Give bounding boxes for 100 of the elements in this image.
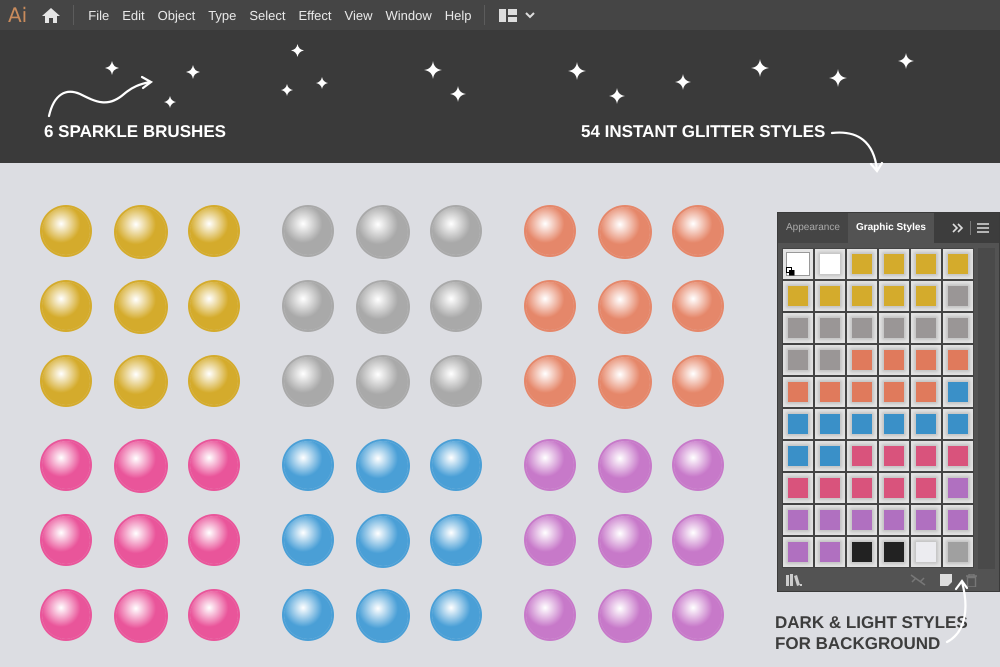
- graphic-style-swatch[interactable]: [815, 281, 845, 311]
- graphic-style-swatch[interactable]: [815, 473, 845, 503]
- graphic-style-swatch[interactable]: [847, 249, 877, 279]
- graphic-style-swatch[interactable]: [815, 249, 845, 279]
- panel-tab[interactable]: Graphic Styles: [848, 213, 934, 243]
- glitter-swatch: [674, 207, 722, 255]
- graphic-style-swatch[interactable]: [911, 473, 941, 503]
- broken-link-icon[interactable]: [910, 574, 926, 586]
- graphic-style-swatch[interactable]: [911, 281, 941, 311]
- graphic-style-swatch[interactable]: [815, 377, 845, 407]
- graphic-style-swatch[interactable]: [911, 377, 941, 407]
- graphic-style-swatch[interactable]: [943, 281, 973, 311]
- menu-item[interactable]: Type: [208, 8, 236, 22]
- graphic-style-swatch[interactable]: [911, 505, 941, 535]
- graphic-style-swatch[interactable]: [783, 377, 813, 407]
- menu-item[interactable]: Object: [158, 8, 196, 22]
- graphic-style-swatch[interactable]: [847, 409, 877, 439]
- glitter-swatch: [432, 441, 480, 489]
- sparkle-icon: [164, 96, 176, 108]
- graphic-style-swatch[interactable]: [815, 537, 845, 567]
- graphic-style-swatch[interactable]: [783, 505, 813, 535]
- graphic-style-swatch[interactable]: [847, 377, 877, 407]
- glitter-swatch: [358, 441, 408, 491]
- graphic-style-swatch[interactable]: [911, 313, 941, 343]
- glitter-swatch: [190, 441, 238, 489]
- menu-item[interactable]: Effect: [298, 8, 332, 22]
- graphic-style-swatch[interactable]: [943, 345, 973, 375]
- graphic-style-swatch[interactable]: [943, 473, 973, 503]
- graphic-style-swatch[interactable]: [911, 249, 941, 279]
- new-style-icon[interactable]: [940, 574, 952, 586]
- graphic-style-swatch[interactable]: [943, 377, 973, 407]
- graphic-style-swatch[interactable]: [783, 537, 813, 567]
- trash-icon[interactable]: [966, 574, 977, 586]
- home-icon[interactable]: [41, 6, 62, 24]
- graphic-style-swatch[interactable]: [943, 409, 973, 439]
- graphic-style-swatch[interactable]: [879, 281, 909, 311]
- graphic-style-swatch[interactable]: [815, 345, 845, 375]
- graphic-style-swatch[interactable]: [783, 345, 813, 375]
- graphic-style-swatch[interactable]: [879, 345, 909, 375]
- graphic-style-swatch[interactable]: [847, 441, 877, 471]
- graphic-style-swatch[interactable]: [943, 249, 973, 279]
- graphic-style-swatch[interactable]: [815, 505, 845, 535]
- menu-item[interactable]: View: [344, 8, 372, 22]
- graphic-style-swatch[interactable]: [879, 537, 909, 567]
- sparkle-icon: [450, 86, 466, 102]
- graphic-style-swatch[interactable]: [879, 249, 909, 279]
- menu-item[interactable]: Help: [444, 8, 472, 22]
- graphic-style-swatch[interactable]: [815, 441, 845, 471]
- graphic-style-swatch[interactable]: [911, 441, 941, 471]
- glitter-swatch: [600, 357, 650, 407]
- graphic-style-swatch[interactable]: [943, 313, 973, 343]
- expand-icon[interactable]: [952, 223, 964, 233]
- graphic-style-swatch[interactable]: [847, 505, 877, 535]
- graphic-style-swatch[interactable]: [783, 409, 813, 439]
- graphic-style-swatch[interactable]: [911, 345, 941, 375]
- graphic-style-swatch[interactable]: [815, 313, 845, 343]
- menu-item[interactable]: Window: [385, 8, 432, 22]
- graphic-style-swatch[interactable]: [783, 441, 813, 471]
- glitter-swatch: [116, 591, 166, 641]
- graphic-style-swatch[interactable]: [815, 409, 845, 439]
- glitter-swatch: [284, 591, 332, 639]
- graphic-style-swatch[interactable]: [847, 345, 877, 375]
- graphic-style-swatch[interactable]: [847, 313, 877, 343]
- graphic-style-swatch[interactable]: [879, 505, 909, 535]
- glitter-swatch: [42, 516, 90, 564]
- graphic-style-swatch[interactable]: [911, 537, 941, 567]
- graphic-style-swatch[interactable]: [783, 281, 813, 311]
- glitter-swatch: [42, 357, 90, 405]
- graphic-style-swatch[interactable]: [879, 377, 909, 407]
- glitter-swatch: [358, 207, 408, 257]
- glitter-swatch: [284, 516, 332, 564]
- library-icon[interactable]: [786, 574, 802, 586]
- graphic-style-swatch[interactable]: [943, 505, 973, 535]
- graphic-style-swatch[interactable]: [943, 537, 973, 567]
- graphic-style-swatch[interactable]: [879, 441, 909, 471]
- glitter-swatch: [600, 441, 650, 491]
- menu-item[interactable]: Edit: [122, 8, 145, 22]
- graphic-style-swatch[interactable]: [943, 441, 973, 471]
- workspace-layout-icon[interactable]: [499, 8, 518, 22]
- graphic-style-swatch[interactable]: [847, 281, 877, 311]
- glitter-swatch: [432, 357, 480, 405]
- menu-icon[interactable]: [977, 223, 989, 233]
- graphic-style-swatch[interactable]: [879, 473, 909, 503]
- glitter-swatch: [600, 282, 650, 332]
- graphic-style-swatch[interactable]: [879, 313, 909, 343]
- sparkle-icon: [105, 61, 119, 75]
- glitter-swatch: [432, 282, 480, 330]
- menu-item[interactable]: File: [88, 8, 110, 22]
- graphic-style-swatch[interactable]: [911, 409, 941, 439]
- glitter-swatch: [190, 207, 238, 255]
- glitter-swatch: [358, 516, 408, 566]
- glitter-swatch: [358, 591, 408, 641]
- chevron-down-icon[interactable]: [525, 12, 536, 18]
- graphic-style-swatch[interactable]: [847, 473, 877, 503]
- graphic-style-swatch[interactable]: [879, 409, 909, 439]
- graphic-style-swatch[interactable]: [783, 473, 813, 503]
- panel-tab[interactable]: Appearance: [778, 213, 848, 243]
- graphic-style-swatch[interactable]: [847, 537, 877, 567]
- menu-item[interactable]: Select: [249, 8, 286, 22]
- graphic-style-swatch[interactable]: [783, 313, 813, 343]
